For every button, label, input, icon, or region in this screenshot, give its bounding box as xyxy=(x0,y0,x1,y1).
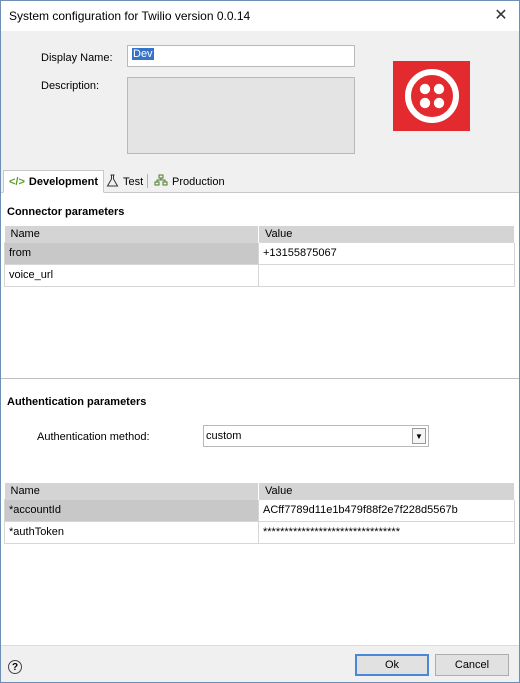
chevron-down-icon[interactable]: ▼ xyxy=(412,428,426,444)
tab-content: Connector parameters Name Value from +13… xyxy=(1,193,519,645)
tab-test[interactable]: Test xyxy=(101,171,148,193)
table-header: Name Value xyxy=(4,483,515,499)
connector-section-title: Connector parameters xyxy=(7,206,125,218)
auth-table: Name Value *accountId ACff7789d11e1b479f… xyxy=(4,483,515,544)
tab-label: Production xyxy=(172,176,225,188)
help-icon[interactable]: ? xyxy=(8,660,22,674)
environment-tabs: </> Development Test Production xyxy=(1,169,519,193)
tab-separator xyxy=(147,174,148,188)
param-name: voice_url xyxy=(4,263,259,287)
column-header-name[interactable]: Name xyxy=(4,226,259,242)
table-row[interactable]: voice_url xyxy=(4,263,515,287)
header-form: Display Name: Dev Description: xyxy=(1,31,519,169)
dialog-footer: ? Ok Cancel xyxy=(1,645,519,682)
close-button[interactable]: ✕ xyxy=(489,4,513,26)
tab-label: Test xyxy=(123,176,144,188)
tab-production[interactable]: Production xyxy=(149,171,230,193)
tab-development[interactable]: </> Development xyxy=(3,170,104,193)
table-row[interactable]: from +13155875067 xyxy=(4,241,515,265)
param-value[interactable] xyxy=(258,263,515,287)
param-value[interactable]: ******************************** xyxy=(258,520,515,544)
display-name-input[interactable]: Dev xyxy=(127,45,355,67)
param-value[interactable]: ACff7789d11e1b479f88f2e7f228d5567b xyxy=(258,498,515,522)
param-value[interactable]: +13155875067 xyxy=(258,241,515,265)
connector-table: Name Value from +13155875067 voice_url xyxy=(4,226,515,287)
twilio-logo-icon xyxy=(393,61,470,131)
config-dialog: System configuration for Twilio version … xyxy=(0,0,520,683)
auth-section-title: Authentication parameters xyxy=(7,396,147,408)
table-row[interactable]: *accountId ACff7789d11e1b479f88f2e7f228d… xyxy=(4,498,515,522)
display-name-value: Dev xyxy=(132,48,154,60)
table-header: Name Value xyxy=(4,226,515,242)
description-input[interactable] xyxy=(127,77,355,154)
display-name-label: Display Name: xyxy=(41,52,113,64)
network-icon xyxy=(154,174,168,190)
section-divider xyxy=(1,378,519,379)
title-bar: System configuration for Twilio version … xyxy=(1,1,519,31)
auth-method-label: Authentication method: xyxy=(37,431,150,443)
column-header-value[interactable]: Value xyxy=(258,483,515,499)
param-name: *authToken xyxy=(4,520,259,544)
description-label: Description: xyxy=(41,80,100,92)
tab-label: Development xyxy=(28,175,98,188)
dialog-title: System configuration for Twilio version … xyxy=(9,9,251,23)
table-row[interactable]: *authToken *****************************… xyxy=(4,520,515,544)
param-name: *accountId xyxy=(4,498,259,522)
flask-icon xyxy=(106,174,119,190)
auth-method-value: custom xyxy=(206,430,242,442)
auth-method-select[interactable]: custom ▼ xyxy=(203,425,429,447)
code-icon: </> xyxy=(9,175,25,188)
column-header-value[interactable]: Value xyxy=(258,226,515,242)
cancel-button[interactable]: Cancel xyxy=(435,654,509,676)
column-header-name[interactable]: Name xyxy=(4,483,259,499)
param-name: from xyxy=(4,241,259,265)
ok-button[interactable]: Ok xyxy=(355,654,429,676)
